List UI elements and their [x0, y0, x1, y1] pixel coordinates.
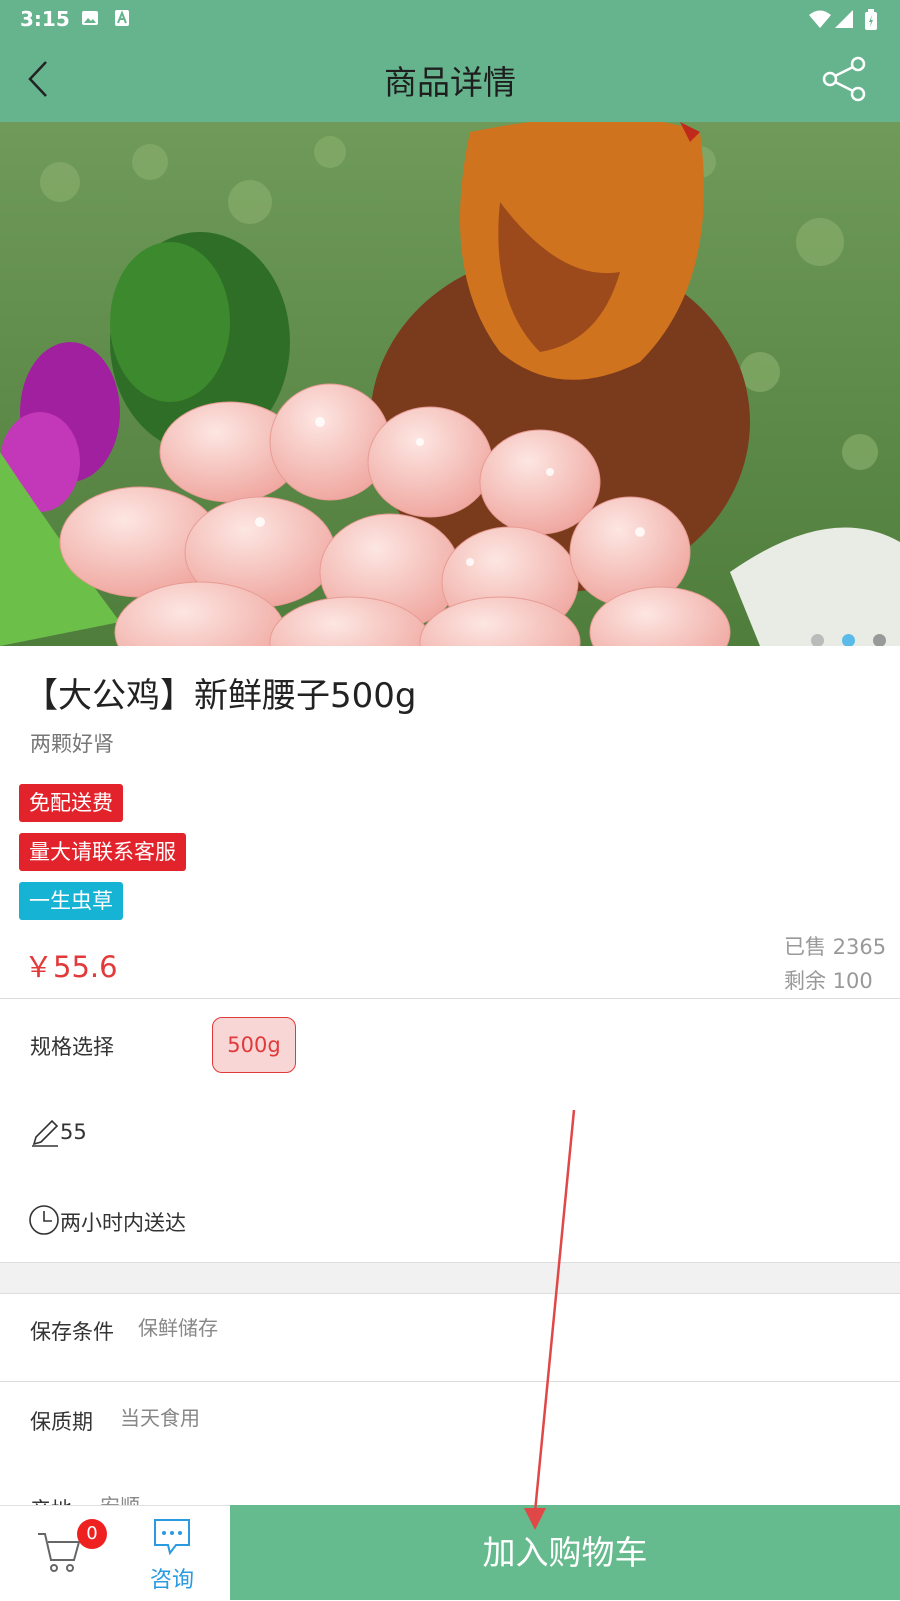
wifi-icon: [809, 10, 831, 28]
spec-label: 规格选择: [30, 1035, 114, 1059]
pencil-icon: [32, 1119, 59, 1147]
cart-icon[interactable]: [36, 1530, 82, 1574]
remaining-stock: 剩余 100: [784, 969, 873, 993]
stock-value: 55: [60, 1120, 87, 1144]
battery-icon: [865, 9, 877, 30]
sold-count: 已售 2365: [784, 935, 887, 959]
tag-cordyceps: 一生虫草: [19, 882, 123, 920]
product-name: 【大公鸡】新鲜腰子500g: [24, 676, 417, 716]
tag-contact-service: 量大请联系客服: [19, 833, 186, 871]
carousel-dot-active[interactable]: [842, 634, 855, 646]
cell-signal-icon: [835, 10, 853, 28]
clock-icon: [29, 1205, 59, 1235]
carousel-dot[interactable]: [873, 634, 886, 646]
divider: [0, 998, 900, 999]
add-to-cart-button[interactable]: 加入购物车: [230, 1505, 900, 1600]
carousel-dot[interactable]: [811, 634, 824, 646]
product-price: ￥55.6: [24, 950, 118, 984]
status-bar: 3:15: [0, 0, 900, 36]
status-time: 3:15: [20, 7, 70, 31]
text-notification-icon: [115, 10, 129, 26]
cart-count-badge: 0: [77, 1519, 107, 1549]
consult-button[interactable]: 咨询: [150, 1562, 194, 1594]
divider: [0, 1381, 900, 1382]
spec-option-500g[interactable]: 500g: [212, 1017, 296, 1073]
shelf-life-label: 保质期: [30, 1410, 93, 1434]
share-icon[interactable]: [820, 54, 870, 104]
product-subtitle: 两颗好肾: [30, 732, 114, 756]
image-notification-icon: [82, 11, 98, 25]
chat-bubble-icon[interactable]: [152, 1517, 192, 1557]
section-separator: [0, 1262, 900, 1294]
app-bar: 商品详情: [0, 36, 900, 122]
product-image: [0, 122, 900, 646]
storage-label: 保存条件: [30, 1320, 114, 1344]
product-image-carousel[interactable]: [0, 122, 900, 646]
storage-value: 保鲜储存: [138, 1316, 218, 1340]
delivery-note: 两小时内送达: [60, 1211, 186, 1235]
shelf-life-value: 当天食用: [120, 1406, 200, 1430]
tag-free-delivery: 免配送费: [19, 784, 123, 822]
page-title: 商品详情: [384, 63, 516, 102]
